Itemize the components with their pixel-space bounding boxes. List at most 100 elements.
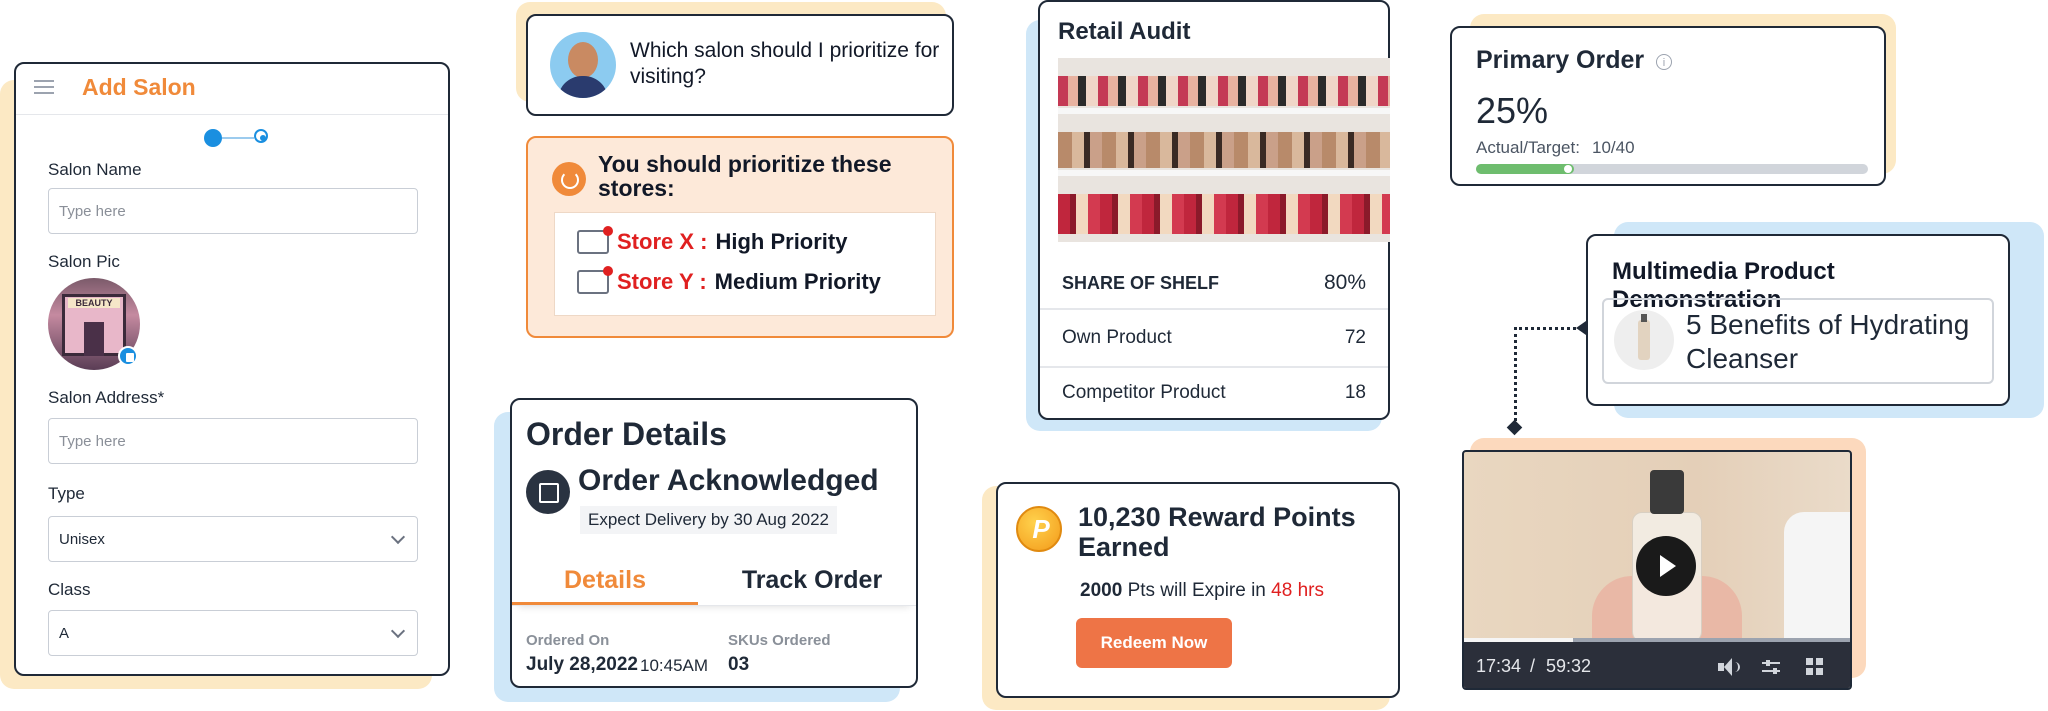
page-title: Add Salon bbox=[82, 74, 196, 100]
play-button[interactable] bbox=[1636, 536, 1696, 596]
list-item[interactable]: Store Y : Medium Priority bbox=[577, 266, 881, 295]
multimedia-card: Multimedia Product Demonstration 5 Benef… bbox=[1586, 234, 2010, 406]
row-value: 72 bbox=[1344, 327, 1366, 348]
store-list: Store X : High Priority Store Y : Medium… bbox=[554, 212, 936, 316]
coin-letter: P bbox=[1032, 514, 1050, 544]
row-label: Competitor Product bbox=[1062, 382, 1226, 403]
stepper bbox=[204, 128, 284, 148]
row-label: Own Product bbox=[1062, 327, 1172, 348]
shelf-row bbox=[1058, 194, 1390, 234]
connector-line bbox=[1514, 327, 1582, 330]
order-status: Order Acknowledged bbox=[578, 464, 879, 497]
time-total: 59:32 bbox=[1546, 656, 1592, 676]
shelf-row bbox=[1058, 132, 1390, 168]
time-separator: / bbox=[1530, 656, 1536, 676]
delete-pic-icon[interactable] bbox=[118, 346, 138, 366]
settings-icon[interactable] bbox=[1762, 660, 1780, 674]
tab-details[interactable]: Details bbox=[512, 566, 698, 595]
menu-icon[interactable] bbox=[34, 76, 54, 98]
volume-icon[interactable] bbox=[1718, 658, 1740, 676]
list-item[interactable]: Store X : High Priority bbox=[577, 226, 848, 255]
salon-address-input[interactable]: Type here bbox=[48, 418, 418, 464]
tab-track-order[interactable]: Track Order bbox=[712, 566, 912, 595]
product-thumbnail bbox=[1614, 310, 1674, 370]
time-current: 17:34 bbox=[1476, 656, 1522, 676]
retail-audit-card: Retail Audit SHARE OF SHELF 80% Own Prod… bbox=[1038, 0, 1390, 420]
store-name: Store Y : bbox=[617, 269, 707, 294]
shelf-row bbox=[1058, 76, 1390, 106]
progress-fill bbox=[1476, 164, 1574, 174]
delivery-badge: Expect Delivery by 30 Aug 2022 bbox=[580, 506, 837, 534]
actual-target-value: 10/40 bbox=[1592, 138, 1635, 157]
chat-question-text: Which salon should I prioritize for visi… bbox=[630, 39, 940, 88]
salon-door bbox=[84, 322, 104, 356]
skus-value: 03 bbox=[728, 654, 750, 675]
ordered-on-date: July 28,2022 bbox=[526, 654, 638, 675]
store-name: Store X : bbox=[617, 229, 708, 254]
table-row: Own Product 72 bbox=[1040, 308, 1388, 366]
user-avatar bbox=[550, 32, 616, 98]
primary-order-card: Primary Order i 25% Actual/Target: 10/40 bbox=[1450, 26, 1886, 186]
retail-audit-title: Retail Audit bbox=[1058, 18, 1191, 45]
avatar-body bbox=[558, 76, 608, 98]
chevron-down-icon bbox=[390, 623, 406, 639]
share-of-shelf-label: SHARE OF SHELF bbox=[1062, 272, 1220, 293]
connector-diamond bbox=[1506, 419, 1523, 436]
salon-address-label: Salon Address* bbox=[48, 388, 165, 407]
play-icon bbox=[1660, 555, 1676, 577]
share-of-shelf-value: 80% bbox=[1323, 271, 1366, 294]
reward-title: 10,230 Reward Points Earned bbox=[1078, 502, 1356, 562]
chart-pie-icon bbox=[552, 162, 586, 196]
primary-order-percent: 25% bbox=[1476, 90, 1549, 131]
tab-bar: Details Track Order bbox=[512, 556, 916, 606]
actual-target-label: Actual/Target: bbox=[1476, 138, 1580, 157]
avatar-face bbox=[568, 42, 598, 78]
store-priority: Medium Priority bbox=[714, 269, 881, 294]
redeem-button[interactable]: Redeem Now bbox=[1076, 618, 1232, 668]
grid-icon[interactable] bbox=[1806, 658, 1824, 676]
type-label: Type bbox=[48, 484, 85, 503]
coin-icon: P bbox=[1016, 506, 1062, 552]
step-dot-inactive[interactable] bbox=[254, 129, 268, 143]
ordered-on-label: Ordered On bbox=[526, 632, 610, 649]
step-dot-active[interactable] bbox=[204, 129, 222, 147]
table-row: Competitor Product 18 bbox=[1040, 366, 1388, 418]
reward-card: P 10,230 Reward Points Earned 2000 Pts w… bbox=[996, 482, 1400, 698]
video-controls: 17:34 / 59:32 bbox=[1464, 642, 1850, 688]
salon-pic-label: Salon Pic bbox=[48, 252, 120, 271]
class-value: A bbox=[59, 624, 70, 642]
type-value: Unisex bbox=[59, 530, 105, 548]
package-icon bbox=[526, 470, 570, 514]
class-select[interactable]: A bbox=[48, 610, 418, 656]
shelf-photo bbox=[1058, 58, 1390, 242]
type-select[interactable]: Unisex bbox=[48, 516, 418, 562]
video-player[interactable]: 17:34 / 59:32 bbox=[1462, 450, 1852, 690]
shelf-board bbox=[1058, 170, 1390, 176]
salon-sign: BEAUTY bbox=[68, 298, 120, 308]
video-bottle-cap bbox=[1650, 470, 1684, 514]
info-icon[interactable]: i bbox=[1656, 54, 1672, 70]
expire-text: Pts will Expire in bbox=[1127, 580, 1266, 601]
salon-name-label: Salon Name bbox=[48, 160, 142, 179]
ordered-on-time: 10:45AM bbox=[640, 656, 709, 675]
multimedia-item[interactable]: 5 Benefits of Hydrating Cleanser bbox=[1602, 298, 1994, 384]
answer-title: You should prioritize these stores: bbox=[598, 151, 892, 201]
store-priority: High Priority bbox=[715, 229, 848, 254]
expire-hours: 48 hrs bbox=[1271, 580, 1324, 601]
skus-label: SKUs Ordered bbox=[728, 632, 831, 649]
salon-name-input[interactable]: Type here bbox=[48, 188, 418, 234]
progress-knob bbox=[1564, 165, 1572, 173]
chat-question-card: Which salon should I prioritize for visi… bbox=[526, 14, 954, 116]
expire-line: 2000 Pts will Expire in 48 hrs bbox=[1080, 580, 1324, 602]
store-icon bbox=[577, 266, 613, 294]
connector-arrow bbox=[1576, 321, 1586, 335]
video-sleeve bbox=[1784, 512, 1850, 652]
share-of-shelf-row: SHARE OF SHELF 80% bbox=[1040, 260, 1388, 306]
chat-answer-card: You should prioritize these stores: Stor… bbox=[526, 136, 954, 338]
expire-points: 2000 bbox=[1080, 580, 1123, 601]
chevron-down-icon bbox=[390, 529, 406, 545]
row-value: 18 bbox=[1344, 382, 1366, 403]
primary-order-title: Primary Order bbox=[1476, 46, 1645, 74]
class-label: Class bbox=[48, 580, 91, 599]
progress-track bbox=[1476, 164, 1868, 174]
